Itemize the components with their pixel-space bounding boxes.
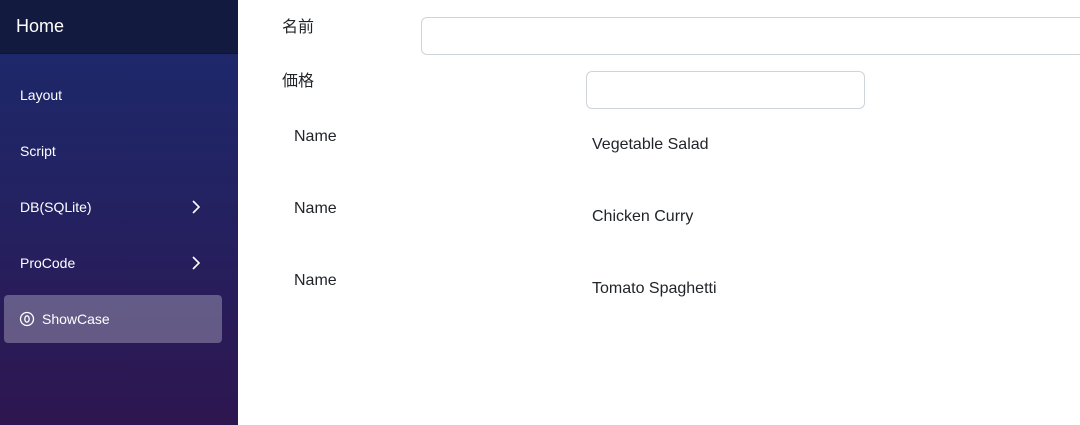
brand-home-link[interactable]: Home xyxy=(16,16,64,36)
list-item-label: Name xyxy=(294,200,337,217)
list-item-label: Name xyxy=(294,272,337,289)
name-field-label: 名前 xyxy=(282,19,315,36)
app-root: Home Layout Script DB(SQLite) ProCode Sh… xyxy=(0,0,1080,425)
sidebar: Home Layout Script DB(SQLite) ProCode Sh… xyxy=(0,0,238,425)
sidebar-item-label: DB(SQLite) xyxy=(20,199,92,215)
list-item-value: Tomato Spaghetti xyxy=(592,280,717,297)
sidebar-item-db-sqlite[interactable]: DB(SQLite) xyxy=(4,183,222,231)
sidebar-item-label: Script xyxy=(20,143,56,159)
name-input[interactable] xyxy=(421,17,1080,55)
sidebar-item-label: ShowCase xyxy=(42,311,110,327)
list-item-value: Chicken Curry xyxy=(592,208,694,225)
sidebar-header: Home xyxy=(0,0,238,54)
sidebar-item-label: Layout xyxy=(20,87,63,103)
chevron-right-icon xyxy=(192,200,201,214)
price-input[interactable] xyxy=(586,71,865,109)
radio-circle-icon xyxy=(19,311,35,327)
sidebar-item-showcase[interactable]: ShowCase xyxy=(4,295,222,343)
sidebar-item-label: ProCode xyxy=(20,255,76,271)
main-content: 名前 価格 Name Vegetable Salad Name Chicken … xyxy=(238,0,1080,425)
sidebar-item-procode[interactable]: ProCode xyxy=(4,239,222,287)
sidebar-item-script[interactable]: Script xyxy=(4,127,222,175)
list-item-value: Vegetable Salad xyxy=(592,136,709,153)
price-field-label: 価格 xyxy=(282,73,315,90)
list-item-label: Name xyxy=(294,128,337,145)
sidebar-item-layout[interactable]: Layout xyxy=(4,71,222,119)
chevron-right-icon xyxy=(192,256,201,270)
